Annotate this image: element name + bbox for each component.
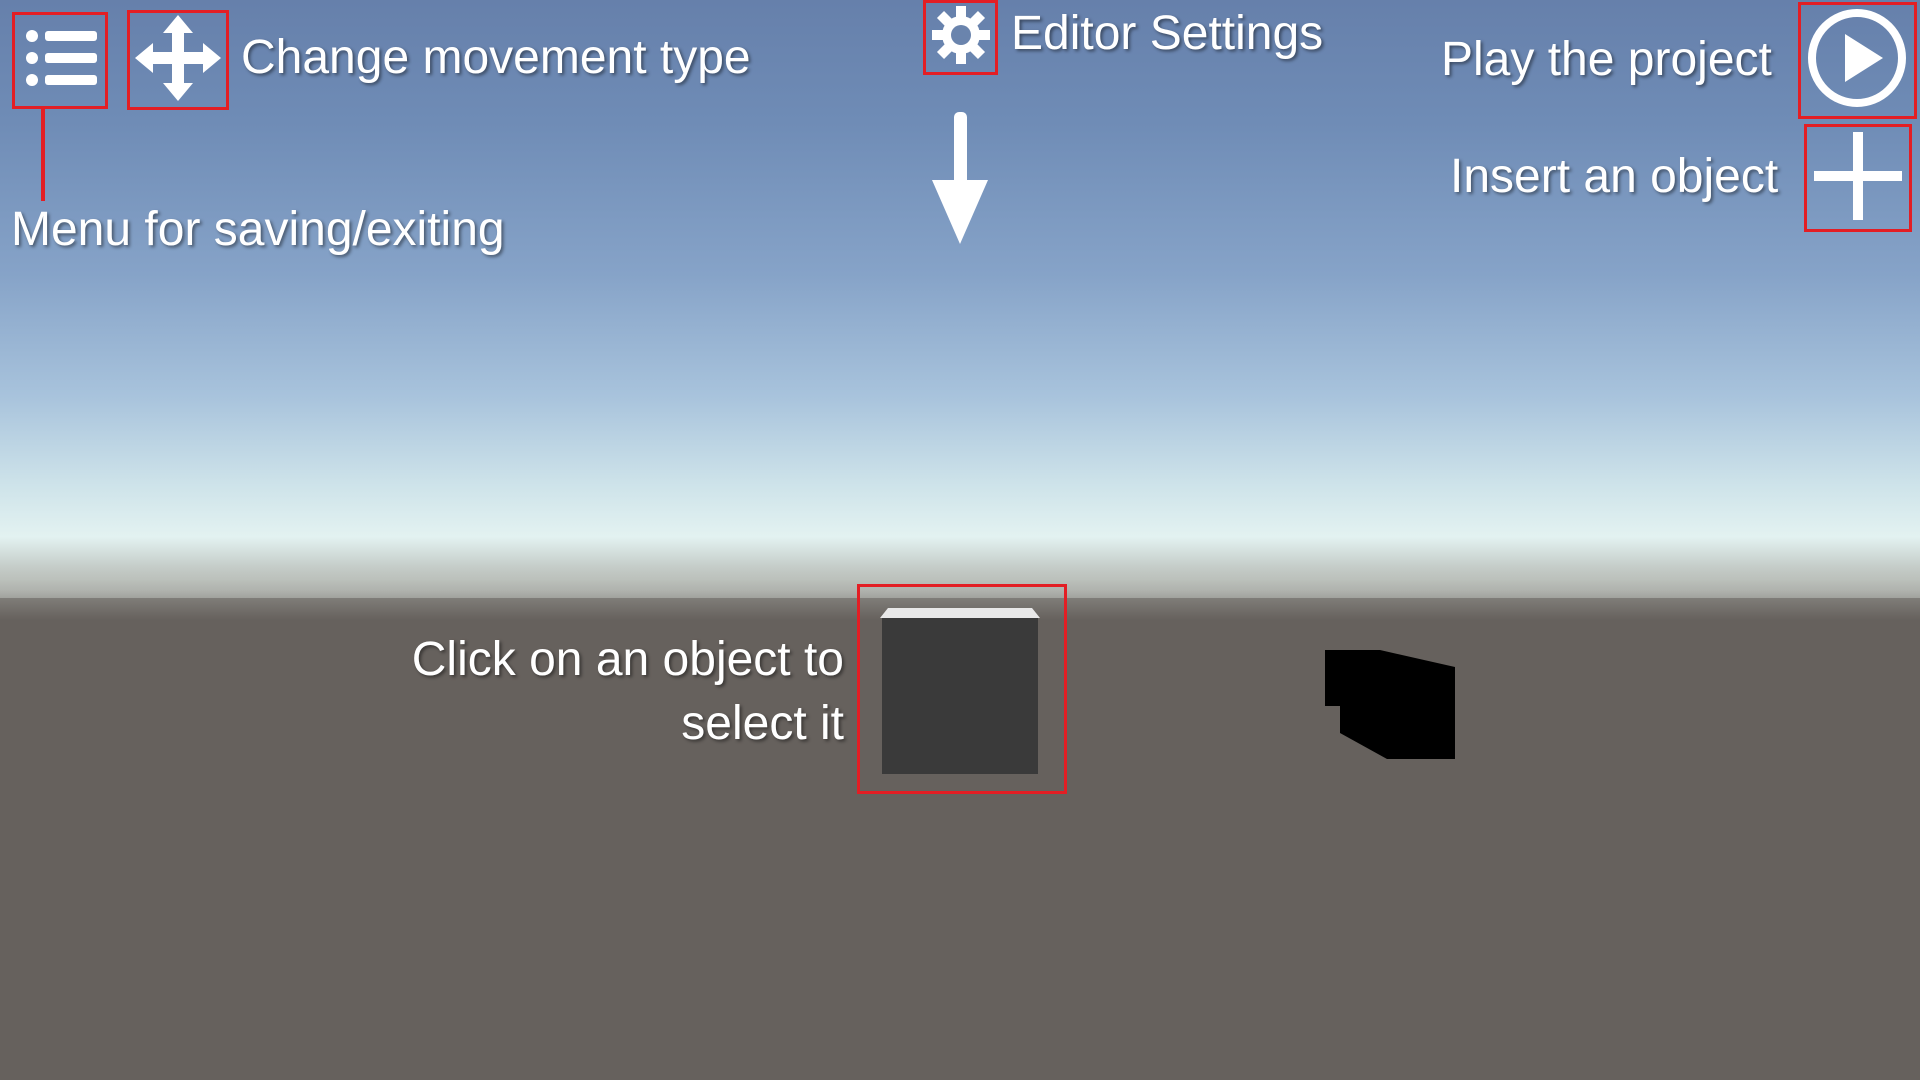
sky-background [0, 0, 1920, 610]
settings-button-highlight [923, 0, 998, 75]
down-arrow-pointer [930, 110, 990, 246]
click-select-line-2: select it [681, 697, 844, 750]
click-select-label: Click on an object to select it [352, 628, 844, 756]
play-project-label: Play the project [1441, 33, 1772, 86]
change-movement-label: Change movement type [241, 31, 751, 84]
play-button-highlight [1798, 2, 1917, 119]
insert-button-highlight [1804, 124, 1912, 232]
movement-button-highlight [127, 10, 229, 110]
editor-settings-label: Editor Settings [1011, 7, 1324, 60]
insert-object-label: Insert an object [1450, 150, 1779, 203]
click-select-line-1: Click on an object to [411, 633, 844, 686]
scene-dark-object[interactable] [1325, 650, 1460, 760]
menu-button-highlight [12, 12, 108, 109]
cube-selection-highlight [857, 584, 1067, 794]
menu-saving-label: Menu for saving/exiting [11, 203, 505, 256]
menu-leader-line [41, 108, 45, 201]
